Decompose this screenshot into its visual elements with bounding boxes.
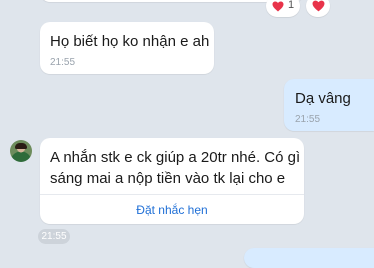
reaction-picker-button[interactable] bbox=[306, 0, 330, 17]
message-text-line-2: sáng mai a nộp tiền vào tk lại cho e bbox=[50, 170, 286, 187]
reaction-badge[interactable]: 1 bbox=[266, 0, 300, 17]
message-time-pill: 21:55 bbox=[38, 229, 70, 244]
sender-avatar[interactable] bbox=[10, 140, 32, 162]
message-time: 21:55 bbox=[50, 57, 76, 68]
message-bubble-outgoing[interactable]: Dạ vâng 21:55 bbox=[284, 79, 374, 131]
message-bubble-previous[interactable] bbox=[40, 0, 304, 2]
message-bubble-outgoing-next[interactable] bbox=[244, 248, 374, 268]
bubble-divider bbox=[40, 194, 304, 195]
message-bubble-incoming[interactable]: Họ biết họ ko nhận e ah 21:55 bbox=[40, 22, 214, 74]
message-time: 21:55 bbox=[295, 114, 321, 125]
heart-icon bbox=[312, 0, 325, 12]
avatar-hair bbox=[15, 143, 27, 149]
message-text-line-1: A nhắn stk e ck giúp a 20tr nhé. Có gì bbox=[50, 149, 301, 166]
set-reminder-button[interactable]: Đặt nhắc hẹn bbox=[40, 196, 304, 224]
message-text: Họ biết họ ko nhận e ah bbox=[50, 33, 210, 50]
message-text: Dạ vâng bbox=[295, 90, 351, 107]
heart-icon bbox=[272, 1, 284, 12]
reaction-count: 1 bbox=[288, 0, 295, 11]
